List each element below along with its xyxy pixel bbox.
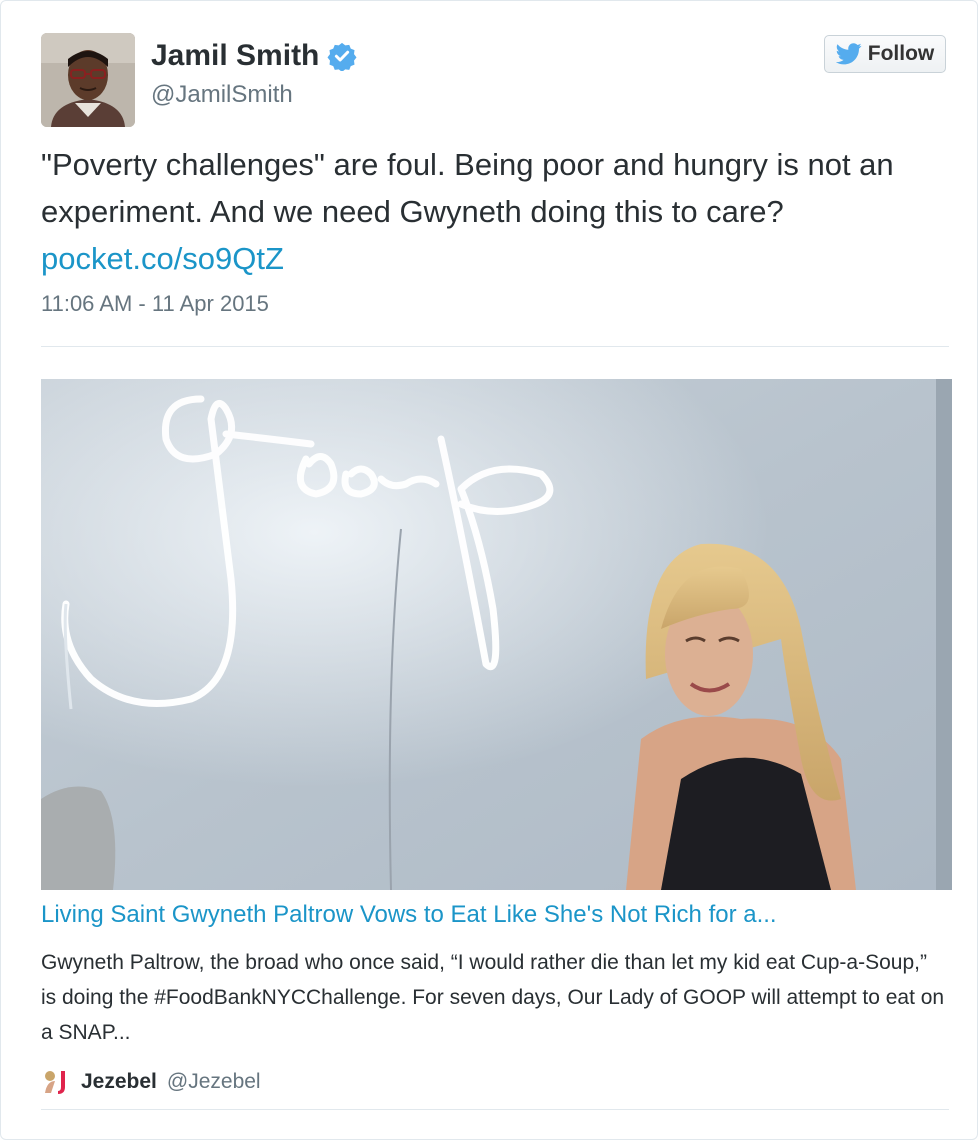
verified-badge-icon (327, 42, 357, 71)
card-description: Gwyneth Paltrow, the broad who once said… (41, 951, 945, 1044)
follow-label: Follow (867, 42, 935, 65)
divider (41, 1109, 949, 1110)
tweet-card: Jamil Smith @JamilSmith Follow "Poverty … (0, 0, 978, 1140)
tweet-link[interactable]: pocket.co/so9QtZ (41, 241, 284, 276)
jezebel-logo-icon (45, 1071, 65, 1094)
follow-button[interactable]: Follow (824, 35, 946, 73)
tweet-timestamp[interactable]: 11:06 AM - 11 Apr 2015 (41, 291, 269, 317)
card-source-name[interactable]: Jezebel (81, 1070, 157, 1094)
tweet-body: "Poverty challenges" are foul. Being poo… (41, 147, 894, 229)
card-title-link[interactable]: Living Saint Gwyneth Paltrow Vows to Eat… (41, 901, 946, 929)
card-source[interactable]: Jezebel @Jezebel (41, 1067, 261, 1097)
author-name-row[interactable]: Jamil Smith (151, 39, 357, 73)
divider (41, 346, 949, 347)
author-name[interactable]: Jamil Smith (151, 39, 319, 73)
author-handle[interactable]: @JamilSmith (151, 81, 293, 109)
twitter-bird-icon (835, 43, 862, 65)
card-image[interactable] (41, 379, 952, 890)
card-source-handle[interactable]: @Jezebel (167, 1070, 261, 1094)
tweet-text: "Poverty challenges" are foul. Being poo… (41, 141, 941, 282)
author-avatar[interactable] (41, 33, 135, 127)
